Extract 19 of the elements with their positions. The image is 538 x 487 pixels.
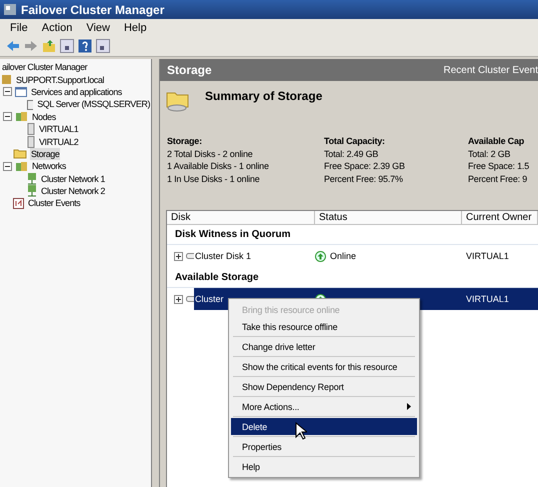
stat-line: Percent Free: 9 bbox=[468, 172, 528, 185]
stat-line: Total: 2.49 GB bbox=[324, 148, 380, 160]
window-title: Failover Cluster Manager bbox=[21, 2, 164, 16]
panel-title: Storage bbox=[167, 63, 212, 77]
summary-title: Summary of Storage bbox=[205, 89, 322, 103]
owner-cell-text: VIRTUAL1 bbox=[465, 250, 510, 263]
stat-heading: Storage: bbox=[167, 135, 203, 148]
group-title: Disk Witness in Quorum bbox=[167, 224, 538, 245]
stat-heading: Available Cap bbox=[468, 135, 526, 148]
owner-cell: VIRTUAL1 bbox=[462, 288, 538, 310]
stat-line: Free Space: 2.39 GB bbox=[324, 160, 406, 172]
stat-line: Free Space: 1.5 bbox=[468, 160, 530, 172]
stat-line: 1 Available Disks - 1 online bbox=[167, 160, 270, 172]
stat-line: 2 Total Disks - 2 online bbox=[167, 148, 254, 160]
stat-heading: Total Capacity: bbox=[324, 135, 386, 148]
status-text: Online bbox=[330, 251, 356, 261]
stat-line: Total: 2 GB bbox=[468, 148, 512, 160]
stat-line: Percent Free: 95.7% bbox=[324, 172, 404, 185]
stat-line: 1 In Use Disks - 1 online bbox=[167, 172, 261, 185]
